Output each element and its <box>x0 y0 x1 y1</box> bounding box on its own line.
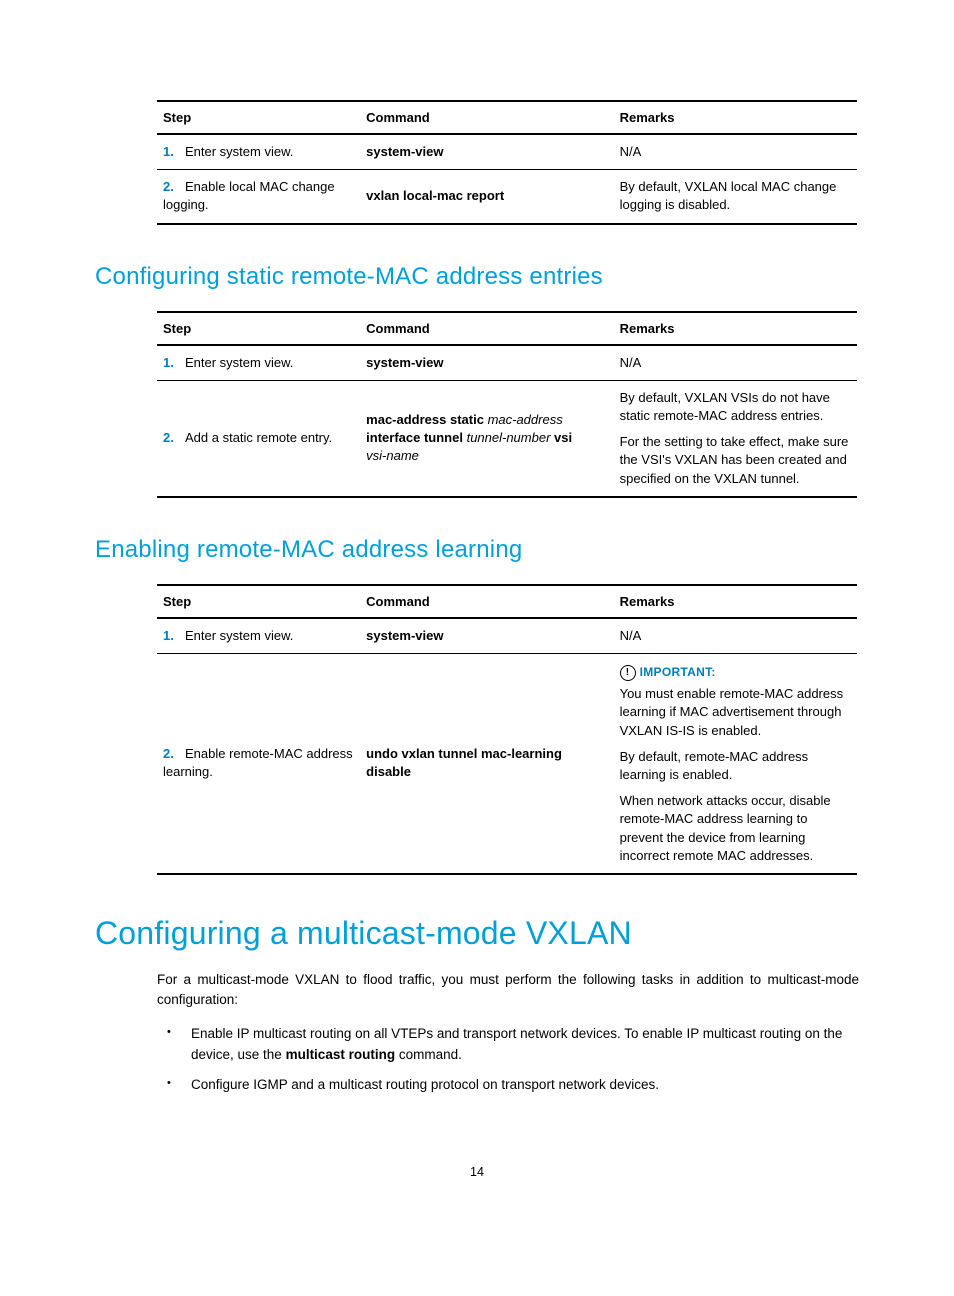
command-text: vxlan local-mac report <box>366 188 504 203</box>
step-number: 2. <box>163 429 185 447</box>
cmd-part: mac-address static <box>366 412 484 427</box>
cell-step: 1.Enter system view. <box>157 345 360 381</box>
cell-remarks: N/A <box>614 345 857 381</box>
cmd-part: interface tunnel <box>366 430 463 445</box>
important-callout: ! IMPORTANT: <box>620 664 716 681</box>
cell-step: 2.Add a static remote entry. <box>157 380 360 496</box>
step-text: Enable local MAC change logging. <box>163 179 335 212</box>
step-number: 1. <box>163 143 185 161</box>
th-command: Command <box>360 312 613 345</box>
table-row: 2.Add a static remote entry. mac-address… <box>157 380 857 496</box>
remark-text: By default, remote-MAC address learning … <box>620 748 851 784</box>
table-static-remote-mac: Step Command Remarks 1.Enter system view… <box>157 311 857 498</box>
table-enable-remote-mac: Step Command Remarks 1.Enter system view… <box>157 584 857 875</box>
intro-paragraph: For a multicast-mode VXLAN to flood traf… <box>95 970 859 1011</box>
cell-step: 2.Enable remote-MAC address learning. <box>157 653 360 874</box>
th-step: Step <box>157 585 360 618</box>
cell-step: 1.Enter system view. <box>157 618 360 654</box>
command-text: system-view <box>366 628 443 643</box>
cmd-arg: mac-address <box>488 412 563 427</box>
table-row: 1.Enter system view. system-view N/A <box>157 134 857 170</box>
bullet-list: Enable IP multicast routing on all VTEPs… <box>95 1024 859 1095</box>
table-local-mac-logging: Step Command Remarks 1.Enter system view… <box>157 100 857 225</box>
page-number: 14 <box>95 1165 859 1179</box>
th-step: Step <box>157 101 360 134</box>
command-text: system-view <box>366 144 443 159</box>
bullet-bold: multicast routing <box>286 1047 396 1062</box>
important-label-text: IMPORTANT: <box>640 664 716 681</box>
cmd-arg: tunnel-number <box>467 430 551 445</box>
heading-static-remote-mac: Configuring static remote-MAC address en… <box>95 263 859 291</box>
remark-text: By default, VXLAN VSIs do not have stati… <box>620 389 851 425</box>
table-row: 2.Enable remote-MAC address learning. un… <box>157 653 857 874</box>
cell-step: 2.Enable local MAC change logging. <box>157 170 360 224</box>
cell-remarks: ! IMPORTANT: You must enable remote-MAC … <box>614 653 857 874</box>
cell-remarks: By default, VXLAN VSIs do not have stati… <box>614 380 857 496</box>
remark-text: You must enable remote-MAC address learn… <box>620 685 851 740</box>
step-number: 2. <box>163 178 185 196</box>
step-number: 2. <box>163 745 185 763</box>
remark-text: When network attacks occur, disable remo… <box>620 792 851 865</box>
cell-command: system-view <box>360 134 613 170</box>
step-number: 1. <box>163 627 185 645</box>
th-remarks: Remarks <box>614 585 857 618</box>
cell-command: mac-address static mac-address interface… <box>360 380 613 496</box>
step-text: Enter system view. <box>185 144 293 159</box>
remark-text: For the setting to take effect, make sur… <box>620 433 851 488</box>
cell-remarks: N/A <box>614 618 857 654</box>
heading-enable-remote-mac: Enabling remote-MAC address learning <box>95 536 859 564</box>
cmd-arg: vsi-name <box>366 448 419 463</box>
command-text: system-view <box>366 355 443 370</box>
bullet-text-post: command. <box>395 1047 462 1062</box>
step-text: Enter system view. <box>185 355 293 370</box>
table-header-row: Step Command Remarks <box>157 312 857 345</box>
command-text: undo vxlan tunnel mac-learning disable <box>366 746 562 779</box>
table-header-row: Step Command Remarks <box>157 585 857 618</box>
th-command: Command <box>360 101 613 134</box>
heading-multicast-vxlan: Configuring a multicast-mode VXLAN <box>95 915 859 952</box>
th-remarks: Remarks <box>614 312 857 345</box>
cell-command: vxlan local-mac report <box>360 170 613 224</box>
table-row: 2.Enable local MAC change logging. vxlan… <box>157 170 857 224</box>
list-item: Configure IGMP and a multicast routing p… <box>157 1075 859 1095</box>
table-row: 1.Enter system view. system-view N/A <box>157 618 857 654</box>
table-row: 1.Enter system view. system-view N/A <box>157 345 857 381</box>
cell-command: system-view <box>360 345 613 381</box>
cell-command: system-view <box>360 618 613 654</box>
cell-remarks: N/A <box>614 134 857 170</box>
th-remarks: Remarks <box>614 101 857 134</box>
step-text: Add a static remote entry. <box>185 430 332 445</box>
step-text: Enable remote-MAC address learning. <box>163 746 353 779</box>
list-item: Enable IP multicast routing on all VTEPs… <box>157 1024 859 1065</box>
step-text: Enter system view. <box>185 628 293 643</box>
th-command: Command <box>360 585 613 618</box>
cmd-part: vsi <box>554 430 572 445</box>
cell-remarks: By default, VXLAN local MAC change loggi… <box>614 170 857 224</box>
table-header-row: Step Command Remarks <box>157 101 857 134</box>
cell-command: undo vxlan tunnel mac-learning disable <box>360 653 613 874</box>
alert-icon: ! <box>620 665 636 681</box>
th-step: Step <box>157 312 360 345</box>
cell-step: 1.Enter system view. <box>157 134 360 170</box>
step-number: 1. <box>163 354 185 372</box>
